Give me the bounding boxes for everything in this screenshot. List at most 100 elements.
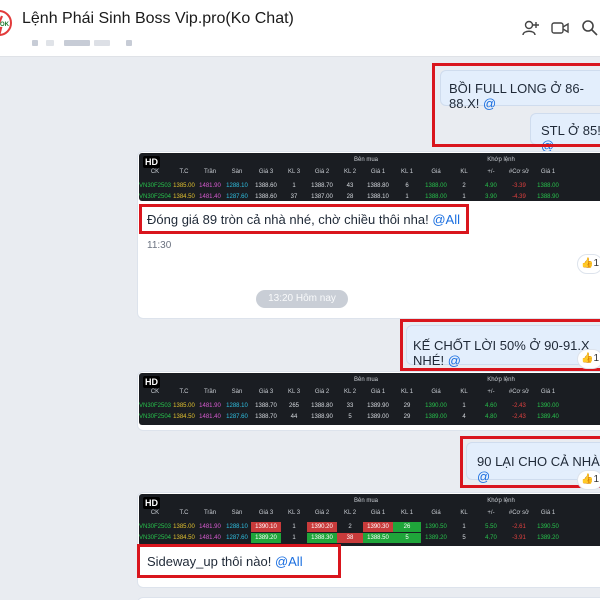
table-cell: 4.70	[485, 535, 497, 541]
price-board-image[interactable]: HD Bên mua Khớp lệnh CK T.C Trần Sàn Giá 3 KL 3G…	[139, 373, 600, 425]
reaction-count: 1	[593, 353, 600, 364]
table-cell: 1389.00	[425, 414, 447, 420]
table-cell: 1288.10	[226, 403, 248, 409]
table-cell: VN30F2503	[139, 524, 172, 530]
add-user-icon[interactable]	[521, 18, 541, 38]
table-cell: 2	[462, 183, 466, 189]
table-cell: 29	[403, 414, 411, 420]
price-board-image[interactable]: HD Bên mua Khớp lệnh CK T.C Trần Sàn Giá 3 KL 3G…	[139, 153, 600, 201]
table-cell: 1481.90	[199, 524, 221, 530]
group-header-matched: Khớp lệnh	[487, 377, 515, 383]
highlight-box	[139, 204, 469, 234]
group-header-buy: Bên mua	[353, 498, 378, 504]
column-header: +/-	[487, 169, 495, 175]
thumbs-up-icon: 👍	[581, 258, 594, 269]
table-cell: 3.90	[485, 194, 497, 200]
blurred-subtitle	[126, 40, 132, 46]
table-cell: 1481.40	[199, 194, 221, 200]
chat-title[interactable]: Lệnh Phái Sinh Boss Vip.pro(Ko Chat)	[22, 10, 294, 28]
column-header: CK	[150, 169, 160, 175]
column-header: Trần	[203, 169, 217, 175]
table-cell: 1384.50	[173, 535, 195, 541]
column-header: KL 3	[287, 510, 301, 516]
column-header: KL	[460, 169, 468, 175]
table-cell: 5	[462, 535, 466, 541]
column-header: KL 2	[343, 389, 357, 395]
column-header: Giá 2	[314, 389, 330, 395]
table-cell: 6	[405, 183, 409, 189]
table-cell: -2.61	[512, 524, 526, 530]
table-cell: 1390.00	[425, 403, 447, 409]
thumbs-up-icon: 👍	[581, 353, 594, 364]
reaction-badge[interactable]: 👍1	[577, 470, 600, 490]
column-header: Giá	[431, 389, 441, 395]
column-header: KL 2	[343, 169, 357, 175]
column-header: Giá 1	[370, 510, 386, 516]
table-cell: 38	[337, 533, 363, 543]
column-header: Giá	[431, 510, 441, 516]
column-header: KL 3	[287, 389, 301, 395]
column-header: KL	[460, 389, 468, 395]
column-header: +/-	[487, 389, 495, 395]
table-cell: 1388.00	[425, 183, 447, 189]
highlight-box	[400, 319, 600, 371]
table-cell: 1384.50	[173, 194, 195, 200]
table-cell: 1288.10	[226, 183, 248, 189]
table-cell: 26	[393, 522, 421, 532]
column-header: CK	[150, 389, 160, 395]
table-cell: 1388.50	[363, 533, 393, 543]
table-cell: 1388.80	[367, 183, 389, 189]
table-cell: 4.60	[485, 403, 497, 409]
logo-text: OK	[0, 22, 9, 28]
column-header: Giá 3	[258, 510, 274, 516]
column-header: Trần	[203, 389, 217, 395]
table-cell: VN30F2503	[139, 183, 172, 189]
table-cell: 1388.60	[255, 183, 277, 189]
column-header: KL 1	[400, 169, 414, 175]
column-header: Sàn	[231, 169, 243, 175]
table-cell: 1481.40	[199, 414, 221, 420]
table-cell: 5	[348, 414, 352, 420]
group-header-matched: Khớp lệnh	[487, 157, 515, 163]
highlight-box	[432, 63, 600, 147]
reaction-badge[interactable]: 👍1	[577, 349, 600, 369]
price-board-image[interactable]: HD Bên mua Khớp lệnh CK T.C Trần Sàn Giá 3 KL 3G…	[139, 494, 600, 546]
blurred-subtitle	[32, 40, 38, 46]
table-cell: 28	[346, 194, 354, 200]
table-cell: 4.90	[485, 183, 497, 189]
table-cell: 1388.10	[367, 194, 389, 200]
message-list[interactable]: BỒI FULL LONG Ở 86-88.X! @ STL Ở 85! @ H…	[0, 57, 600, 600]
table-cell: 29	[403, 403, 411, 409]
table-cell: 1385.00	[173, 524, 195, 530]
column-header: CK	[150, 510, 160, 516]
table-cell: 1388.90	[311, 414, 333, 420]
table-cell: 1	[292, 183, 296, 189]
table-cell: 1385.00	[173, 403, 195, 409]
reaction-count: 1	[593, 258, 600, 269]
table-cell: 4	[462, 414, 466, 420]
column-header: Trần	[203, 510, 217, 516]
reaction-badge[interactable]: 👍1	[577, 254, 600, 274]
table-cell: 1390.10	[251, 522, 281, 532]
table-cell: 1390.20	[307, 522, 337, 532]
column-header: Giá 1	[540, 389, 556, 395]
column-header: +/-	[487, 510, 495, 516]
table-cell: 43	[346, 183, 354, 189]
table-cell: 4.80	[485, 414, 497, 420]
column-header: Giá 2	[314, 510, 330, 516]
table-cell: 1388.70	[311, 183, 333, 189]
column-header: Giá 1	[540, 510, 556, 516]
table-cell: 1389.20	[251, 533, 281, 543]
table-cell: 1389.00	[367, 414, 389, 420]
table-cell: 1389.20	[537, 535, 559, 541]
table-cell: 1387.00	[311, 194, 333, 200]
search-icon[interactable]	[580, 18, 600, 38]
column-header: Giá 3	[258, 389, 274, 395]
column-header: #Cơ sở	[508, 389, 530, 395]
table-cell: 1	[462, 194, 466, 200]
video-camera-icon[interactable]	[550, 18, 570, 38]
table-cell: 1390.30	[363, 522, 393, 532]
column-header: KL	[460, 510, 468, 516]
table-cell: 1390.50	[537, 524, 559, 530]
table-cell: 1388.00	[537, 183, 559, 189]
